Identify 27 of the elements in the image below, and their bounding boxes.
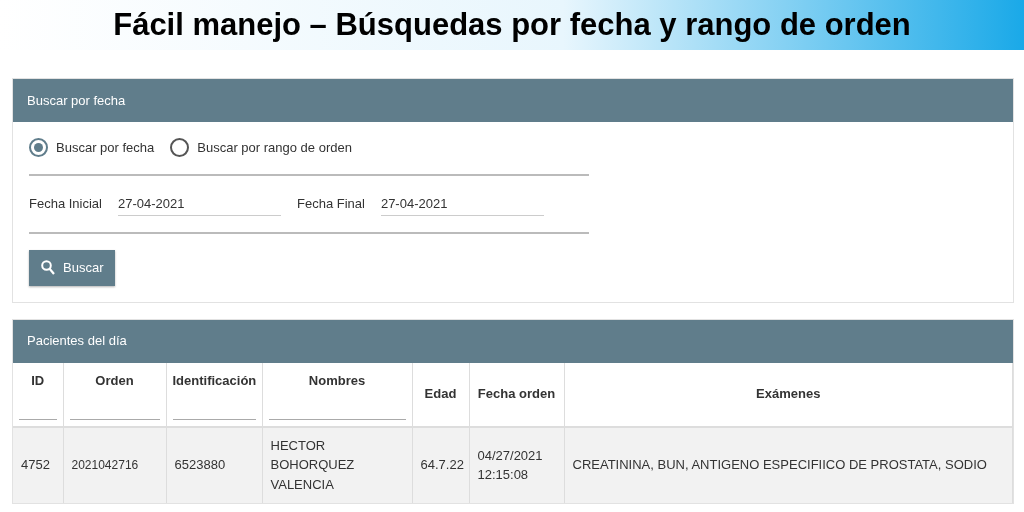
column-header: Edad bbox=[424, 386, 457, 402]
table-cell: 2021042716 bbox=[71, 458, 139, 472]
column-header: Identificación bbox=[172, 372, 257, 388]
panel-title: Pacientes del día bbox=[27, 332, 127, 351]
table-cell: 04/27/2021 12:15:08 bbox=[477, 447, 543, 482]
column-header: ID bbox=[31, 372, 45, 388]
radio-label: Buscar por fecha bbox=[56, 139, 155, 157]
table-cell: 64.7.22 bbox=[420, 457, 464, 473]
field-label: Fecha Final bbox=[297, 195, 365, 213]
radio-label: Buscar por rango de orden bbox=[197, 139, 352, 157]
date-field[interactable]: 27-04-2021 bbox=[118, 191, 281, 216]
table-cell: 4752 bbox=[21, 457, 50, 473]
field-label: Fecha Inicial bbox=[29, 195, 102, 213]
radio-button[interactable] bbox=[170, 138, 190, 158]
table-cell: CREATININA, BUN, ANTIGENO ESPECIFIICO DE PROSTATA, SODIO bbox=[572, 457, 987, 473]
radio-button[interactable] bbox=[29, 138, 48, 158]
panel-title: Buscar por fecha bbox=[27, 91, 126, 110]
date-field[interactable]: 27-04-2021 bbox=[380, 191, 544, 216]
column-header: Nombres bbox=[308, 372, 366, 388]
column-header: Fecha orden bbox=[477, 386, 556, 402]
table-cell: 6523880 bbox=[174, 457, 226, 473]
search-icon bbox=[41, 260, 55, 276]
column-header: Exámenes bbox=[756, 386, 821, 402]
banner-title: Fácil manejo – Búsquedas por fecha y rango de orden bbox=[113, 6, 911, 44]
table-cell: HECTOR BOHORQUEZ VALENCIA bbox=[270, 437, 355, 492]
column-header: Orden bbox=[95, 372, 134, 388]
search-button[interactable]: Buscar bbox=[29, 250, 116, 286]
